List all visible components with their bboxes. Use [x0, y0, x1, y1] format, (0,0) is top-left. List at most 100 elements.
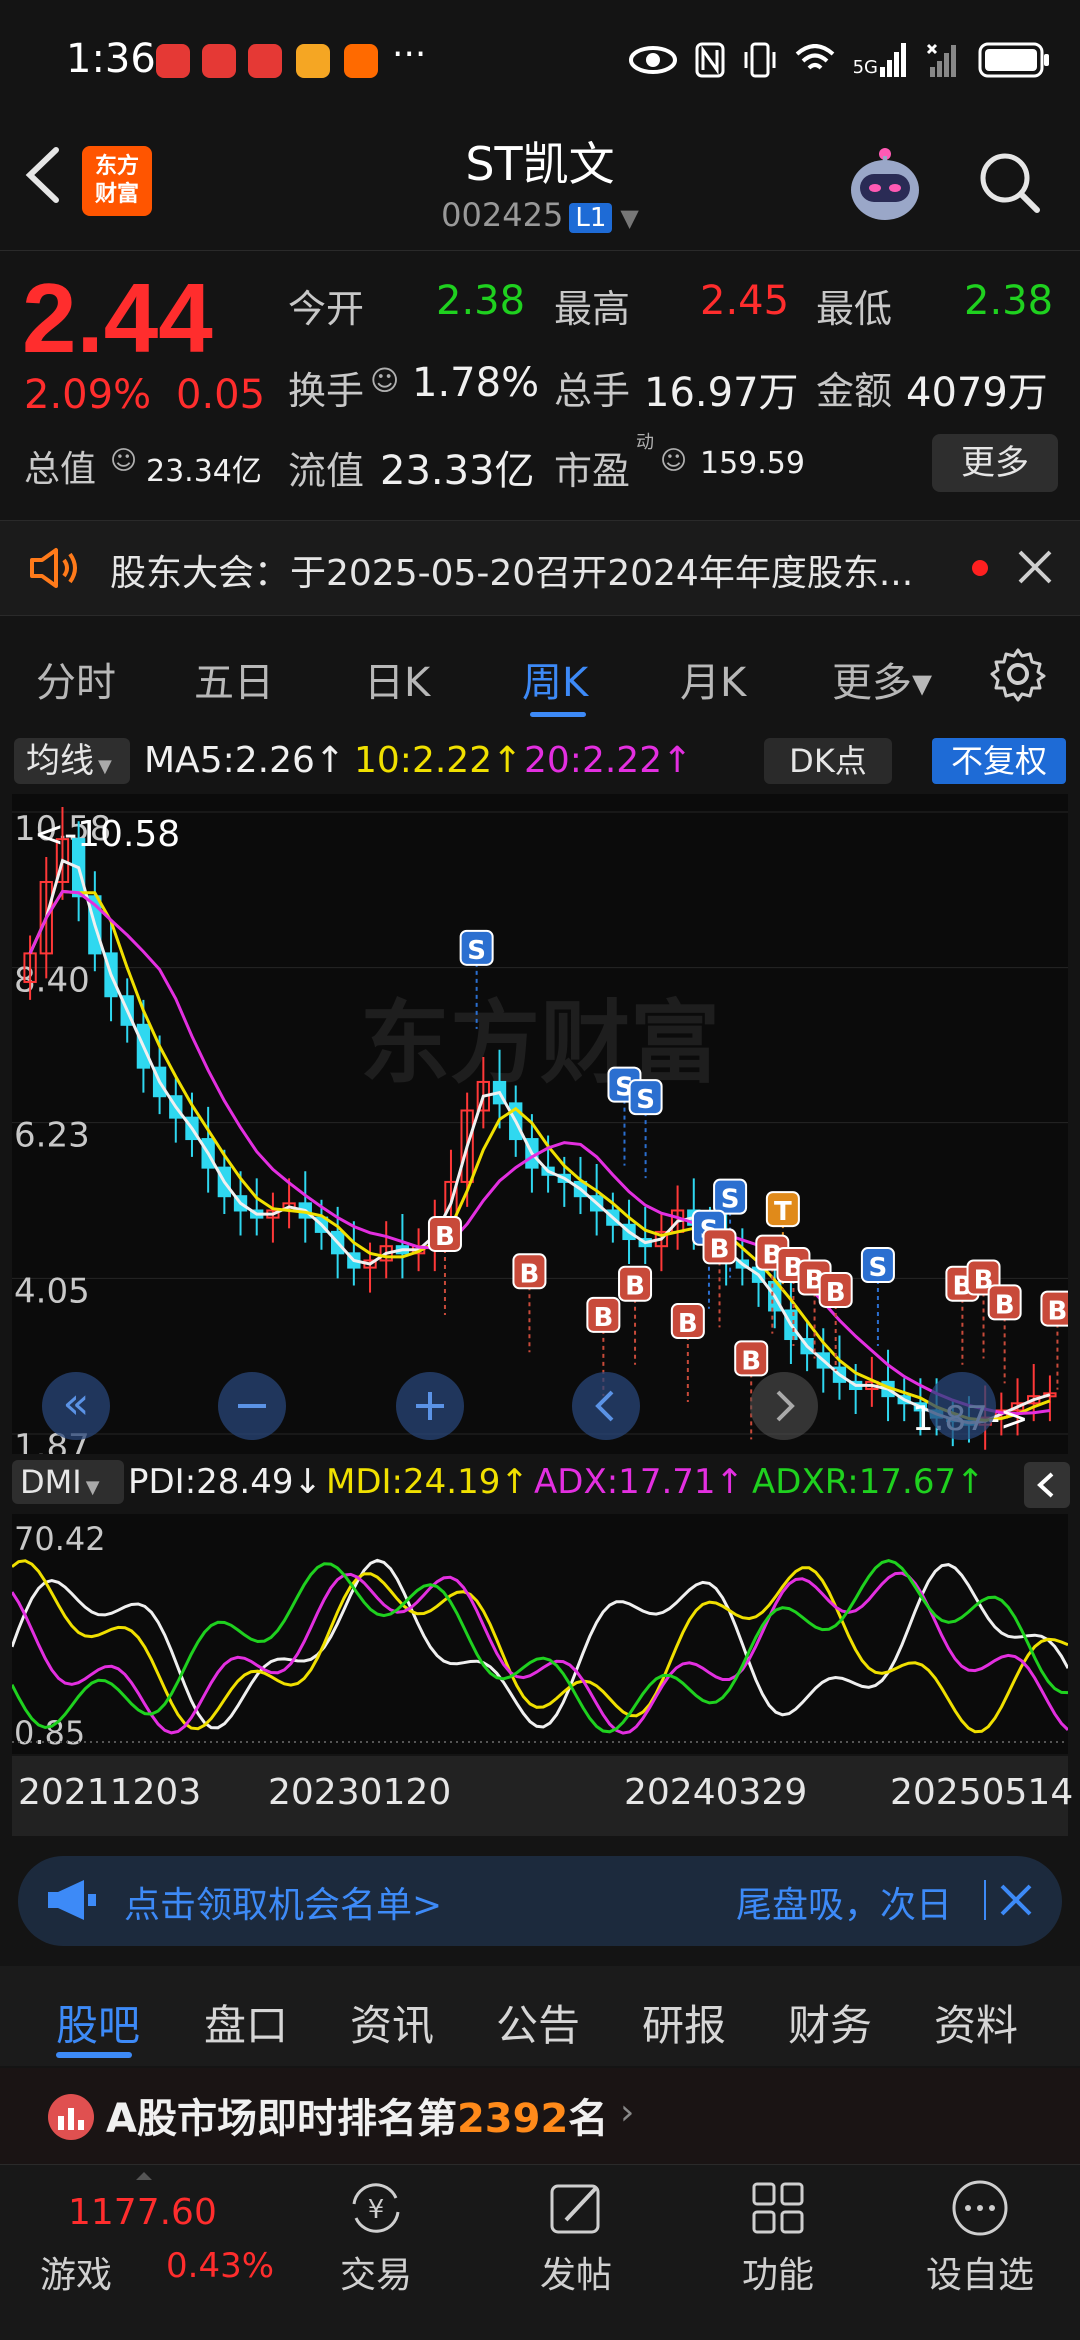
info-icon[interactable]: ☺ [110, 446, 137, 476]
change-amount: 0.05 [176, 372, 266, 418]
volume-label: 总手 [554, 369, 631, 413]
yuan-refresh-icon[interactable]: ¥ [296, 2176, 456, 2240]
signal-label: B [1048, 1297, 1068, 1327]
close-announcement-button[interactable] [1016, 548, 1054, 590]
total-value-label: 总值 [24, 449, 97, 490]
tab-pankou[interactable]: 盘口 [204, 1992, 288, 2053]
battery-icon [978, 42, 1049, 78]
index-change: 0.43% [166, 2246, 275, 2286]
adjust-button[interactable]: 不复权 [932, 738, 1066, 784]
tab-news[interactable]: 资讯 [350, 1992, 434, 2053]
minus-icon [238, 1404, 266, 1408]
rank-text: A股市场即时排名第2392名 [106, 2096, 609, 2142]
grid-icon[interactable] [698, 2176, 858, 2240]
scroll-end-button[interactable] [928, 1372, 996, 1440]
signal-label: B [710, 1234, 730, 1264]
tab-finance[interactable]: 财务 [788, 1992, 872, 2053]
tab-five-day[interactable]: 五日 [194, 650, 274, 708]
nav-trade[interactable]: 交易 [296, 2246, 456, 2298]
svg-text:¥: ¥ [368, 2195, 385, 2225]
date-label: 20240329 [624, 1772, 808, 1813]
indicator-select[interactable]: 均线 ▼ [14, 738, 130, 784]
signal-2-icon [926, 43, 956, 77]
index-value[interactable]: 1177.60 [68, 2192, 217, 2233]
signal-label: S [636, 1085, 655, 1115]
scroll-start-button[interactable]: « [42, 1372, 110, 1440]
feishu-icon [344, 44, 378, 78]
close-promo-button[interactable] [996, 1880, 1036, 1924]
watermark: 东方财富 [360, 991, 720, 1096]
adx-line [10, 1571, 1070, 1735]
last-price: 2.44 [22, 263, 213, 373]
caret-down-icon: ▼ [98, 756, 112, 777]
adxr-value: ADXR:17.67↑ [752, 1462, 985, 1502]
ranking-icon [48, 2094, 94, 2140]
float-value-label: 流值 [288, 449, 365, 493]
total-value: 23.34亿 [146, 454, 262, 489]
tab-weekly-k[interactable]: 周K [522, 650, 588, 708]
date-label: 20250514 [890, 1772, 1074, 1813]
tab-monthly-k[interactable]: 月K [680, 650, 746, 708]
tab-daily-k[interactable]: 日K [364, 650, 430, 708]
close-icon [1000, 1884, 1032, 1916]
mdi-value: MDI:24.19↑ [326, 1462, 529, 1502]
zoom-out-button[interactable] [218, 1372, 286, 1440]
wechat-read-icon [202, 44, 236, 78]
y-tick-label: 70.42 [14, 1520, 106, 1558]
tab-guba[interactable]: 股吧 [56, 1992, 140, 2053]
collapse-button[interactable] [1024, 1462, 1070, 1508]
close-icon [1018, 550, 1052, 584]
tab-profile[interactable]: 资料 [934, 1992, 1018, 2053]
rank-number: 2392 [456, 2096, 569, 2142]
more-quote-button[interactable]: 更多 [932, 434, 1058, 492]
scroll-right-button[interactable] [750, 1372, 818, 1440]
nav-functions[interactable]: 功能 [698, 2246, 858, 2298]
dmi-chart[interactable]: 70.42 0.85 [10, 1514, 1070, 1754]
megaphone-icon [44, 1878, 100, 1926]
y-tick-label: 4.05 [14, 1271, 90, 1311]
ma10-value: 10:2.22↑ [354, 740, 523, 781]
open-value: 2.38 [436, 278, 526, 324]
wechat-read-icon [248, 44, 282, 78]
nav-post[interactable]: 发帖 [496, 2246, 656, 2298]
dmi-svg: 70.42 0.85 [10, 1520, 1070, 1752]
signal-icon: 5G [853, 43, 908, 77]
adx-value: ADX:17.71↑ [534, 1462, 745, 1502]
signal-label: S [721, 1185, 740, 1215]
signal-label: B [435, 1222, 455, 1252]
signal-label: B [625, 1272, 645, 1302]
speaker-icon [28, 546, 82, 594]
section-tab-underline [56, 2052, 132, 2058]
tab-underline [530, 712, 586, 717]
robot-assistant-icon[interactable] [840, 140, 930, 230]
level-badge: L1 [569, 203, 613, 233]
tab-research[interactable]: 研报 [642, 1992, 726, 2053]
gear-icon [990, 648, 1046, 702]
sub-indicator-select[interactable]: DMI ▼ [12, 1460, 124, 1504]
search-button[interactable] [975, 148, 1045, 218]
index-name[interactable]: 游戏 [40, 2246, 112, 2298]
info-icon[interactable]: ☺ [660, 446, 687, 476]
ma5-value: MA5:2.26↑ [144, 740, 346, 781]
nav-add-watchlist[interactable]: 设自选 [900, 2246, 1060, 2298]
vibrate-icon [744, 42, 776, 78]
info-icon[interactable]: ☺ [370, 364, 399, 397]
tab-intraday[interactable]: 分时 [36, 650, 116, 708]
low-label: 最低 [816, 287, 893, 331]
pe-value: 159.59 [700, 446, 805, 481]
more-circle-icon[interactable] [900, 2176, 1060, 2240]
kline-chart[interactable]: 东方财富10.588.406.234.051.87<-10.581.87->SS… [12, 794, 1075, 1467]
dk-point-button[interactable]: DK点 [764, 738, 892, 784]
low-value: 2.38 [964, 278, 1054, 324]
tab-announcements[interactable]: 公告 [496, 1992, 580, 2053]
scroll-left-button[interactable] [572, 1372, 640, 1440]
edit-icon[interactable] [496, 2176, 656, 2240]
tab-more[interactable]: 更多▾ [832, 650, 932, 708]
amount-label: 金额 [816, 369, 893, 413]
zoom-in-button[interactable] [396, 1372, 464, 1440]
amount-value: 4079万 [906, 370, 1048, 416]
chevron-left-icon [1037, 1472, 1054, 1498]
ma20-line [28, 889, 1051, 1416]
status-icons: 5G [628, 38, 1050, 82]
chart-settings-button[interactable] [990, 646, 1046, 706]
